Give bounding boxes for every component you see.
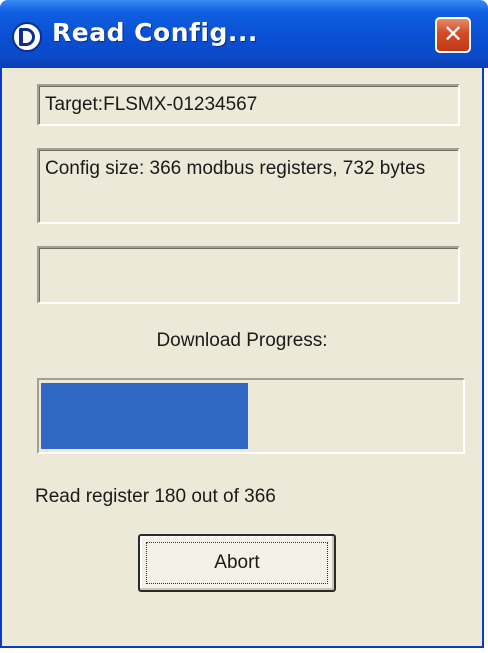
abort-button[interactable]: Abort	[138, 534, 336, 592]
close-icon: ✕	[442, 20, 464, 48]
target-field: Target:FLSMX-01234567	[37, 84, 460, 126]
read-config-dialog: Read Config... ✕ Target:FLSMX-01234567 C…	[0, 0, 488, 648]
close-button[interactable]: ✕	[435, 17, 471, 53]
window-title: Read Config...	[52, 18, 258, 47]
title-bar[interactable]: Read Config... ✕	[0, 0, 488, 68]
d-logo-icon	[12, 22, 42, 52]
progress-fill	[41, 383, 248, 449]
config-size-text: Config size: 366 modbus registers, 732 b…	[45, 158, 426, 179]
download-progress-bar	[37, 378, 465, 454]
abort-button-label: Abort	[214, 552, 260, 573]
read-register-status: Read register 180 out of 366	[35, 486, 276, 507]
target-text: Target:FLSMX-01234567	[45, 94, 258, 115]
status-field	[37, 246, 460, 304]
config-size-field: Config size: 366 modbus registers, 732 b…	[37, 148, 460, 224]
download-progress-label: Download Progress:	[156, 330, 328, 351]
